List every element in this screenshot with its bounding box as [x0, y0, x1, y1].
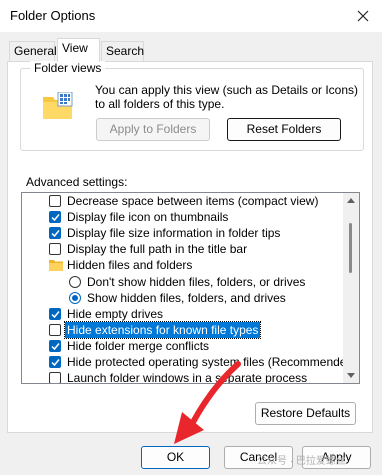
settings-row[interactable]: Hide protected operating system files (R… [22, 354, 357, 370]
folder-grid-icon [43, 92, 73, 119]
scroll-up-arrow-icon[interactable] [347, 197, 355, 203]
scroll-down-arrow-icon[interactable] [347, 373, 355, 379]
checkbox-checked[interactable] [49, 307, 61, 320]
settings-row-label: Hide protected operating system files (R… [67, 355, 358, 369]
restore-defaults-button[interactable]: Restore Defaults [255, 402, 356, 425]
settings-row-label: Hide folder merge conflicts [67, 338, 210, 353]
title-bar: Folder Options [0, 0, 382, 32]
settings-row[interactable]: Show hidden files, folders, and drives [22, 290, 340, 306]
settings-row[interactable]: Display file size information in folder … [22, 225, 340, 241]
settings-row[interactable]: Display the full path in the title bar [22, 241, 340, 257]
vertical-scrollbar[interactable] [343, 193, 359, 383]
watermark-text: 公众号 · 巴拉爱螺丝 [257, 456, 346, 467]
settings-row-label: Decrease space between items (compact vi… [67, 194, 319, 208]
checkmark-icon [51, 214, 60, 222]
checkbox-unchecked[interactable] [49, 323, 61, 336]
checkbox-checked[interactable] [49, 211, 61, 224]
settings-row[interactable]: Don't show hidden files, folders, or dri… [22, 274, 340, 290]
settings-row[interactable]: Hide extensions for known file types [22, 320, 340, 339]
radio-unselected[interactable] [69, 275, 81, 288]
settings-row[interactable]: Hidden files and folders [22, 257, 340, 273]
checkmark-icon [51, 359, 60, 367]
reset-folders-button[interactable]: Reset Folders [227, 118, 341, 141]
ok-button[interactable]: OK [141, 446, 210, 469]
checkbox-unchecked[interactable] [49, 243, 61, 256]
settings-row[interactable]: Launch folder windows in a separate proc… [22, 370, 340, 384]
settings-row-label: Show hidden files, folders, and drives [87, 290, 286, 305]
close-button[interactable] [354, 7, 372, 25]
settings-row[interactable]: Decrease space between items (compact vi… [22, 193, 340, 209]
checkbox-checked[interactable] [49, 356, 61, 368]
settings-row[interactable]: Hide folder merge conflicts [22, 338, 340, 354]
advanced-settings-list[interactable]: Decrease space between items (compact vi… [21, 192, 360, 384]
checkbox-unchecked[interactable] [49, 195, 61, 207]
checkmark-icon [51, 310, 60, 318]
folder-icon [49, 260, 63, 272]
close-icon [357, 10, 369, 22]
settings-row-label: Hide empty drives [67, 306, 164, 321]
tab-search[interactable]: Search [101, 41, 144, 61]
settings-row-label: Hide extensions for known file types [63, 320, 262, 339]
settings-row-label: Hidden files and folders [67, 258, 193, 273]
settings-row[interactable]: Hide empty drives [22, 306, 340, 322]
settings-row-label: Display file size information in folder … [67, 226, 281, 241]
checkbox-unchecked[interactable] [49, 372, 61, 383]
settings-row-label: Display file icon on thumbnails [67, 210, 229, 225]
settings-row-label: Launch folder windows in a separate proc… [67, 371, 308, 384]
apply-to-folders-button[interactable]: Apply to Folders [96, 118, 210, 141]
settings-row-label: Display the full path in the title bar [67, 242, 248, 257]
window-title: Folder Options [10, 8, 96, 23]
checkmark-icon [51, 342, 60, 351]
settings-row[interactable]: Display file icon on thumbnails [22, 209, 340, 225]
advanced-settings-label: Advanced settings: [26, 175, 128, 189]
checkbox-checked[interactable] [49, 339, 61, 352]
checkbox-checked[interactable] [49, 227, 61, 240]
folder-views-label: Folder views [30, 61, 106, 75]
checkmark-icon [51, 230, 60, 238]
tab-view[interactable]: View [57, 38, 100, 62]
scrollbar-thumb[interactable] [349, 223, 352, 273]
settings-row-label: Don't show hidden files, folders, or dri… [87, 274, 306, 289]
tab-general[interactable]: General [9, 41, 57, 61]
folder-views-description: You can apply this view (such as Details… [95, 83, 359, 111]
radio-selected[interactable] [69, 291, 81, 304]
